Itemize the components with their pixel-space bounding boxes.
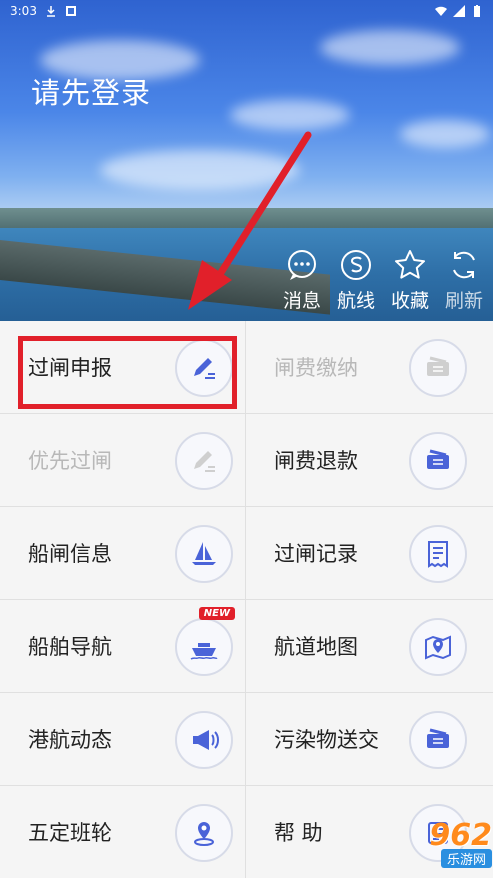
signal-icon: [453, 5, 465, 17]
menu-item-fee-payment[interactable]: 闸费缴纳: [246, 321, 493, 414]
status-bar: 3:03: [0, 0, 493, 22]
download-icon: [45, 5, 57, 17]
menu-item-label: 帮 助: [274, 821, 323, 845]
menu-item-liner-schedule[interactable]: 五定班轮: [0, 786, 246, 878]
sailboat-icon: [175, 525, 233, 583]
ticket-icon: [409, 432, 467, 490]
favorites-button[interactable]: 收藏: [383, 248, 437, 313]
menu-grid: 过闸申报 闸费缴纳 优先过闸 闸费退款 船闸信息 过闸记录 船舶导航 NEW 航…: [0, 321, 493, 878]
map-icon: [409, 618, 467, 676]
menu-item-label: 船闸信息: [28, 542, 112, 566]
menu-item-label: 船舶导航: [28, 635, 112, 659]
menu-item-lock-declaration[interactable]: 过闸申报: [0, 321, 246, 414]
menu-item-priority-passage[interactable]: 优先过闸: [0, 414, 246, 507]
new-badge: NEW: [198, 607, 235, 620]
menu-item-fee-refund[interactable]: 闸费退款: [246, 414, 493, 507]
menu-item-label: 污染物送交: [274, 728, 379, 752]
megaphone-icon: [175, 711, 233, 769]
battery-icon: [471, 5, 483, 17]
menu-item-lock-info[interactable]: 船闸信息: [0, 507, 246, 600]
ticket-icon: [409, 339, 467, 397]
annotation-arrow: [188, 131, 312, 310]
ticket-icon: [409, 711, 467, 769]
ship-icon: [175, 618, 233, 676]
receipt-icon: [409, 525, 467, 583]
route-button[interactable]: 航线: [329, 248, 383, 313]
refresh-icon: [453, 251, 475, 279]
status-time: 3:03: [10, 4, 37, 18]
menu-item-label: 五定班轮: [28, 821, 112, 845]
refresh-button[interactable]: 刷新: [437, 248, 491, 313]
menu-item-label: 航道地图: [274, 635, 358, 659]
menu-item-label: 优先过闸: [28, 449, 112, 473]
image-notification-icon: [65, 5, 77, 17]
star-icon: [395, 250, 425, 279]
watermark-subtitle: 乐游网: [440, 849, 492, 868]
menu-item-ship-navigation[interactable]: 船舶导航 NEW: [0, 600, 246, 693]
menu-item-waterway-map[interactable]: 航道地图: [246, 600, 493, 693]
annotation-highlight-box: [18, 336, 237, 409]
edit-icon: [175, 432, 233, 490]
route-label: 航线: [336, 290, 375, 312]
wifi-icon: [435, 5, 447, 17]
location-icon: [175, 804, 233, 862]
menu-item-port-news[interactable]: 港航动态: [0, 693, 246, 786]
menu-item-label: 闸费缴纳: [274, 356, 358, 380]
watermark-logo: 962: [429, 818, 492, 853]
route-icon: [341, 250, 371, 280]
menu-item-label: 过闸记录: [274, 542, 358, 566]
login-prompt[interactable]: 请先登录: [31, 70, 151, 112]
menu-item-label: 闸费退款: [274, 449, 358, 473]
site-watermark: 962 乐游网: [352, 818, 492, 876]
menu-item-pollutant-delivery[interactable]: 污染物送交: [246, 693, 493, 786]
hero-banner: 请先登录 消息 航线 收藏 刷新: [0, 0, 493, 321]
favorites-label: 收藏: [390, 290, 429, 312]
menu-item-passage-records[interactable]: 过闸记录: [246, 507, 493, 600]
refresh-label: 刷新: [444, 290, 483, 312]
menu-item-label: 港航动态: [28, 728, 112, 752]
